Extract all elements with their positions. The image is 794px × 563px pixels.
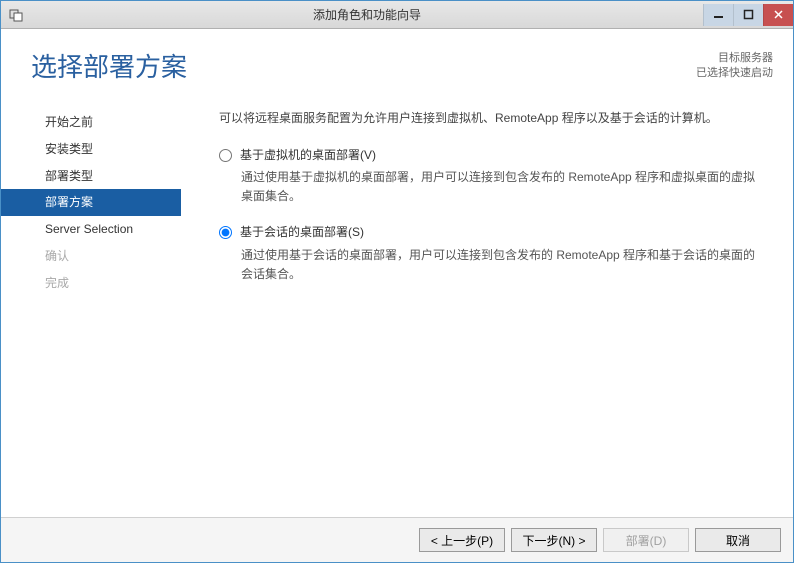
- window-title: 添加角色和功能向导: [31, 6, 703, 23]
- cancel-button[interactable]: 取消: [695, 528, 781, 552]
- minimize-button[interactable]: [703, 4, 733, 26]
- wizard-window: 添加角色和功能向导 选择部署方案 目标服务器 已选择快速启动 开始之前: [0, 0, 794, 563]
- radio-session-based[interactable]: [219, 226, 232, 239]
- step-server-selection[interactable]: Server Selection: [1, 216, 181, 243]
- option-session-label: 基于会话的桌面部署(S): [240, 223, 364, 242]
- option-vm-based[interactable]: 基于虚拟机的桌面部署(V): [219, 146, 763, 165]
- maximize-button[interactable]: [733, 4, 763, 26]
- step-deploy-scenario[interactable]: 部署方案: [1, 189, 181, 216]
- option-vm-desc: 通过使用基于虚拟机的桌面部署，用户可以连接到包含发布的 RemoteApp 程序…: [241, 168, 763, 205]
- server-status: 已选择快速启动: [696, 66, 773, 81]
- step-deploy-type[interactable]: 部署类型: [1, 163, 181, 190]
- step-before-you-begin[interactable]: 开始之前: [1, 109, 181, 136]
- content: 可以将远程桌面服务配置为允许用户连接到虚拟机、RemoteApp 程序以及基于会…: [181, 103, 793, 517]
- option-session-desc: 通过使用基于会话的桌面部署，用户可以连接到包含发布的 RemoteApp 程序和…: [241, 246, 763, 283]
- footer: < 上一步(P) 下一步(N) > 部署(D) 取消: [1, 517, 793, 562]
- window-controls: [703, 4, 793, 26]
- server-label: 目标服务器: [696, 51, 773, 66]
- option-session-based[interactable]: 基于会话的桌面部署(S): [219, 223, 763, 242]
- body: 开始之前 安装类型 部署类型 部署方案 Server Selection 确认 …: [1, 103, 793, 517]
- option-vm-label: 基于虚拟机的桌面部署(V): [240, 146, 376, 165]
- step-completion: 完成: [1, 270, 181, 297]
- server-info: 目标服务器 已选择快速启动: [696, 51, 773, 82]
- radio-vm-based[interactable]: [219, 149, 232, 162]
- close-button[interactable]: [763, 4, 793, 26]
- sidebar: 开始之前 安装类型 部署类型 部署方案 Server Selection 确认 …: [1, 103, 181, 517]
- header: 选择部署方案 目标服务器 已选择快速启动: [1, 29, 793, 103]
- step-install-type[interactable]: 安装类型: [1, 136, 181, 163]
- prev-button[interactable]: < 上一步(P): [419, 528, 505, 552]
- step-confirmation: 确认: [1, 243, 181, 270]
- intro-text: 可以将远程桌面服务配置为允许用户连接到虚拟机、RemoteApp 程序以及基于会…: [219, 109, 763, 128]
- page-title: 选择部署方案: [31, 47, 696, 84]
- deploy-button: 部署(D): [603, 528, 689, 552]
- titlebar: 添加角色和功能向导: [1, 1, 793, 29]
- app-icon: [7, 6, 25, 24]
- next-button[interactable]: 下一步(N) >: [511, 528, 597, 552]
